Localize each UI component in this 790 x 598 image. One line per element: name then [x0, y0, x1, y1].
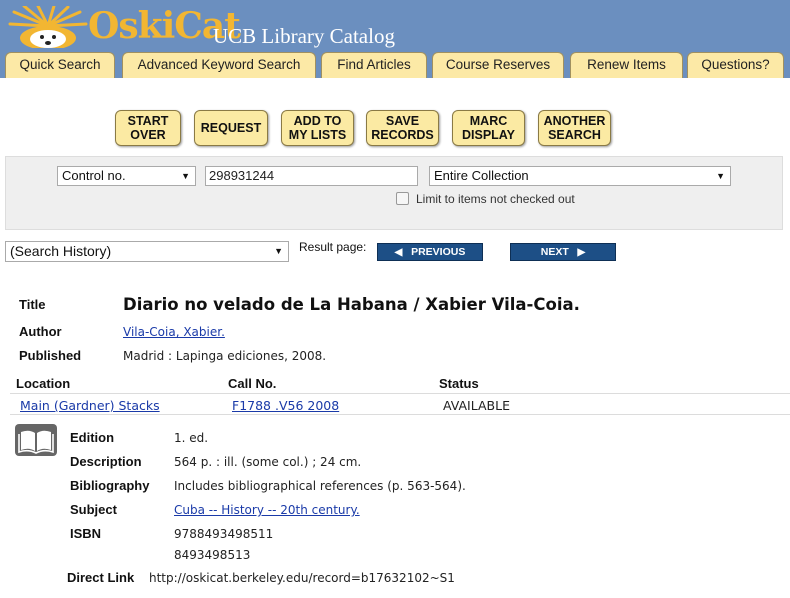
location-link[interactable]: Main (Gardner) Stacks [20, 398, 160, 413]
edition-value: 1. ed. [174, 431, 209, 445]
button-label-line: ANOTHER [543, 114, 606, 128]
title-label: Title [19, 297, 46, 312]
status-header: Status [439, 376, 479, 391]
chevron-down-icon: ▼ [716, 171, 725, 181]
start-over-button[interactable]: START OVER [115, 110, 181, 146]
call-no-header: Call No. [228, 376, 277, 391]
request-button[interactable]: REQUEST [194, 110, 268, 146]
published-label: Published [19, 348, 82, 363]
previous-label: PREVIOUS [411, 246, 466, 258]
site-header: OskiCat UCB Library Catalog Quick Search… [0, 0, 790, 78]
location-header: Location [16, 376, 71, 391]
collection-scope-value: Entire Collection [434, 168, 529, 183]
nav-tabs: Quick Search Advanced Keyword Search Fin… [5, 52, 790, 78]
chevron-down-icon: ▼ [274, 246, 283, 256]
button-label-line: ADD TO [293, 114, 342, 128]
button-label-line: SEARCH [548, 128, 601, 142]
result-page-label: Result page: [299, 240, 367, 254]
marc-display-button[interactable]: MARC DISPLAY [452, 110, 525, 146]
collection-scope-select[interactable]: Entire Collection ▼ [429, 166, 731, 186]
author-link[interactable]: Vila-Coia, Xabier. [123, 325, 225, 339]
button-label-line: OVER [130, 128, 166, 142]
next-button[interactable]: NEXT ▶ [510, 243, 616, 261]
previous-button[interactable]: ◀ PREVIOUS [377, 243, 483, 261]
limit-available-label: Limit to items not checked out [416, 192, 575, 206]
search-field-value: Control no. [62, 168, 126, 183]
triangle-left-icon: ◀ [394, 247, 403, 258]
bibliography-value: Includes bibliographical references (p. … [174, 479, 466, 493]
search-history-select[interactable]: (Search History) ▼ [5, 241, 289, 262]
button-label-line: REQUEST [200, 121, 262, 135]
limit-available-checkbox[interactable] [396, 192, 409, 205]
another-search-button[interactable]: ANOTHER SEARCH [538, 110, 611, 146]
search-input[interactable]: 298931244 [205, 166, 418, 186]
author-label: Author [19, 324, 62, 339]
isbn-value: 9788493498511 [174, 527, 274, 541]
search-history-value: (Search History) [10, 243, 112, 259]
next-label: NEXT [540, 246, 569, 258]
holdings-header: Location Call No. Status [10, 374, 790, 394]
record-title: Diario no velado de La Habana / Xabier V… [123, 295, 580, 314]
triangle-right-icon: ▶ [577, 247, 586, 258]
button-label-line: SAVE [385, 114, 420, 128]
subject-label: Subject [70, 502, 117, 517]
subject-link[interactable]: Cuba -- History -- 20th century. [174, 503, 360, 517]
holdings-row: Main (Gardner) Stacks F1788 .V56 2008 AV… [10, 395, 790, 415]
description-value: 564 p. : ill. (some col.) ; 24 cm. [174, 455, 362, 469]
call-number-link[interactable]: F1788 .V56 2008 [232, 398, 339, 413]
bear-mascot-icon[interactable] [8, 6, 88, 48]
search-field-select[interactable]: Control no. ▼ [57, 166, 196, 186]
edition-label: Edition [70, 430, 115, 445]
save-records-button[interactable]: SAVE RECORDS [366, 110, 439, 146]
bibliography-label: Bibliography [70, 478, 150, 493]
direct-link-label: Direct Link [67, 570, 135, 585]
book-icon [15, 424, 57, 456]
search-panel: Control no. ▼ 298931244 Entire Collectio… [5, 156, 783, 230]
isbn-label: ISBN [70, 526, 102, 541]
description-label: Description [70, 454, 142, 469]
isbn-value: 8493498513 [174, 548, 251, 562]
tab-find-articles[interactable]: Find Articles [321, 52, 427, 78]
add-to-my-lists-button[interactable]: ADD TO MY LISTS [281, 110, 354, 146]
button-label-line: MY LISTS [288, 128, 347, 142]
published-value: Madrid : Lapinga ediciones, 2008. [123, 349, 327, 363]
status-value: AVAILABLE [443, 398, 510, 413]
tab-advanced-keyword-search[interactable]: Advanced Keyword Search [122, 52, 316, 78]
tab-questions[interactable]: Questions? [687, 52, 784, 78]
button-label-line: MARC [469, 114, 508, 128]
button-label-line: START [127, 114, 169, 128]
button-label-line: RECORDS [371, 128, 434, 142]
site-subtitle: UCB Library Catalog [213, 24, 395, 48]
tab-quick-search[interactable]: Quick Search [5, 52, 115, 78]
chevron-down-icon: ▼ [181, 171, 190, 181]
direct-link-value: http://oskicat.berkeley.edu/record=b1763… [149, 571, 455, 585]
button-label-line: DISPLAY [461, 128, 516, 142]
tab-renew-items[interactable]: Renew Items [570, 52, 683, 78]
tab-course-reserves[interactable]: Course Reserves [432, 52, 564, 78]
